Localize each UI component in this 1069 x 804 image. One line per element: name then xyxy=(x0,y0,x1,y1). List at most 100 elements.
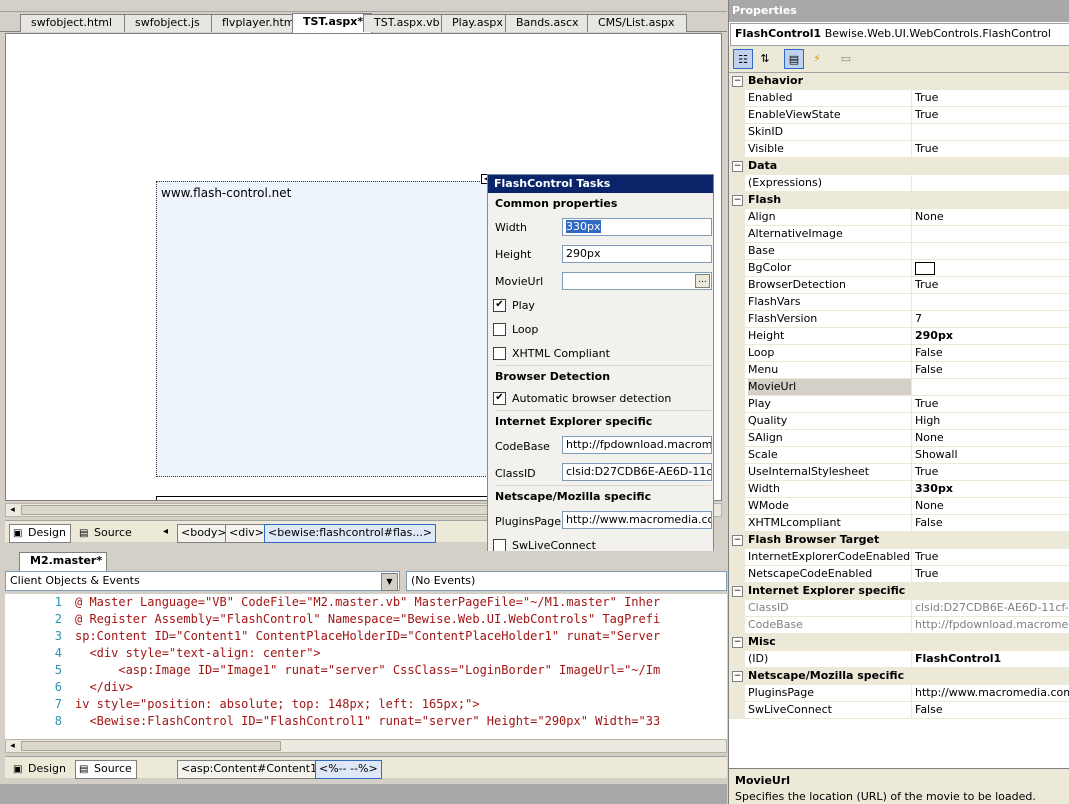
property-value[interactable] xyxy=(911,175,1069,191)
property-value[interactable] xyxy=(911,243,1069,259)
alphabetical-icon[interactable]: ⇅ xyxy=(755,49,775,69)
code-editor[interactable]: 1 @ Master Language="VB" CodeFile="M2.mas… xyxy=(5,594,727,739)
property-row-align[interactable]: Align None xyxy=(729,209,1069,226)
property-row-codebase[interactable]: CodeBase http://fpdownload.macromedia.co xyxy=(729,617,1069,634)
property-value[interactable]: True xyxy=(911,566,1069,582)
property-row-id[interactable]: (ID) FlashControl1 xyxy=(729,651,1069,668)
property-value[interactable]: True xyxy=(911,90,1069,106)
tab-swfobject-html[interactable]: swfobject.html xyxy=(20,14,133,32)
property-value[interactable]: True xyxy=(911,277,1069,293)
property-value[interactable]: clsid:D27CDB6E-AE6D-11cf-96B8 xyxy=(911,600,1069,616)
loop-checkbox[interactable] xyxy=(493,323,506,336)
property-row-quality[interactable]: Quality High xyxy=(729,413,1069,430)
property-category-data[interactable]: − Data xyxy=(729,158,1069,175)
breadcrumb-body[interactable]: <body> xyxy=(177,524,231,543)
property-value[interactable]: False xyxy=(911,345,1069,361)
property-value[interactable]: FlashControl1 xyxy=(911,651,1069,667)
breadcrumb-flashcontrol[interactable]: <bewise:flashcontrol#flas...> xyxy=(264,524,437,543)
breadcrumb-div[interactable]: <div> xyxy=(225,524,268,543)
scroll-thumb[interactable] xyxy=(21,741,281,751)
property-value[interactable]: False xyxy=(911,702,1069,718)
property-row-flashvars[interactable]: FlashVars xyxy=(729,294,1069,311)
collapse-icon[interactable]: − xyxy=(732,535,743,546)
property-value[interactable] xyxy=(911,379,1069,395)
tab-bands-ascx[interactable]: Bands.ascx xyxy=(505,14,596,32)
property-row-enabled[interactable]: Enabled True xyxy=(729,90,1069,107)
play-checkbox[interactable]: ✔ xyxy=(493,299,506,312)
property-value[interactable]: 330px xyxy=(911,481,1069,497)
design-tab-button[interactable]: ▣ Design xyxy=(9,524,71,543)
property-value[interactable]: None xyxy=(911,209,1069,225)
property-value[interactable]: 290px xyxy=(911,328,1069,344)
codebase-input[interactable]: http://fpdownload.macromed xyxy=(562,436,712,454)
property-row-browserdetection[interactable]: BrowserDetection True xyxy=(729,277,1069,294)
property-row-skinid[interactable]: SkinID xyxy=(729,124,1069,141)
property-value[interactable]: None xyxy=(911,498,1069,514)
property-value[interactable] xyxy=(911,260,1069,276)
collapse-icon[interactable]: − xyxy=(732,195,743,206)
plugins-input[interactable]: http://www.macromedia.com/g xyxy=(562,511,712,529)
collapse-icon[interactable]: − xyxy=(732,161,743,172)
property-row-base[interactable]: Base xyxy=(729,243,1069,260)
breadcrumb-content[interactable]: <asp:Content#Content1> xyxy=(177,760,331,779)
property-row-netscapecodeenabled[interactable]: NetscapeCodeEnabled True xyxy=(729,566,1069,583)
tab-flvplayer-html[interactable]: flvplayer.html xyxy=(211,14,301,32)
classid-input[interactable]: clsid:D27CDB6E-AE6D-11cf-9 xyxy=(562,463,712,481)
property-category-internet-explorer-specific[interactable]: − Internet Explorer specific xyxy=(729,583,1069,600)
property-value[interactable] xyxy=(911,124,1069,140)
property-value[interactable]: Showall xyxy=(911,447,1069,463)
property-row-xhtmlcompliant[interactable]: XHTMLcompliant False xyxy=(729,515,1069,532)
code-horizontal-scrollbar[interactable]: ◂ xyxy=(5,739,727,753)
property-value[interactable]: http://fpdownload.macromedia.co xyxy=(911,617,1069,633)
property-value[interactable]: True xyxy=(911,396,1069,412)
collapse-icon[interactable]: − xyxy=(732,671,743,682)
property-category-flash[interactable]: − Flash xyxy=(729,192,1069,209)
property-category-flash-browser-target[interactable]: − Flash Browser Target xyxy=(729,532,1069,549)
property-value[interactable]: True xyxy=(911,464,1069,480)
property-row-width[interactable]: Width 330px xyxy=(729,481,1069,498)
property-row-enableviewstate[interactable]: EnableViewState True xyxy=(729,107,1069,124)
property-value[interactable]: None xyxy=(911,430,1069,446)
events-dropdown[interactable]: (No Events) xyxy=(406,571,727,591)
breadcrumb-comment[interactable]: <%-- --%> xyxy=(315,760,382,779)
property-value[interactable] xyxy=(911,226,1069,242)
property-row-movieurl[interactable]: MovieUrl xyxy=(729,379,1069,396)
property-category-behavior[interactable]: − Behavior xyxy=(729,73,1069,90)
property-value[interactable]: False xyxy=(911,362,1069,378)
property-row-useinternalstylesheet[interactable]: UseInternalStylesheet True xyxy=(729,464,1069,481)
property-pages-icon[interactable]: ▭ xyxy=(836,49,856,69)
property-value[interactable]: http://www.macromedia.com/go xyxy=(911,685,1069,701)
flash-control-placeholder[interactable]: www.flash-control.net xyxy=(156,181,494,477)
events-icon[interactable]: ⚡ xyxy=(807,49,827,69)
tab-play-aspx[interactable]: Play.aspx xyxy=(441,14,514,32)
collapse-icon[interactable]: − xyxy=(732,637,743,648)
tab-tst-aspx[interactable]: TST.aspx* xyxy=(292,13,372,33)
tab-m2-master[interactable]: M2.master* xyxy=(19,552,107,572)
property-row-alternativeimage[interactable]: AlternativeImage xyxy=(729,226,1069,243)
auto-detect-checkbox[interactable]: ✔ xyxy=(493,392,506,405)
property-row-classid[interactable]: ClassID clsid:D27CDB6E-AE6D-11cf-96B8 xyxy=(729,600,1069,617)
property-row-wmode[interactable]: WMode None xyxy=(729,498,1069,515)
breadcrumb-back-icon[interactable]: ◂ xyxy=(163,526,168,537)
property-row-menu[interactable]: Menu False xyxy=(729,362,1069,379)
scroll-left-icon[interactable]: ◂ xyxy=(6,740,19,752)
property-row-play[interactable]: Play True xyxy=(729,396,1069,413)
tab-swfobject-js[interactable]: swfobject.js xyxy=(124,14,220,32)
categorized-icon[interactable]: ☷ xyxy=(733,49,753,69)
property-value[interactable]: 7 xyxy=(911,311,1069,327)
properties-icon[interactable]: ▤ xyxy=(784,49,804,69)
property-row-scale[interactable]: Scale Showall xyxy=(729,447,1069,464)
xhtml-checkbox[interactable] xyxy=(493,347,506,360)
property-row-internetexplorercodeenabled[interactable]: InternetExplorerCodeEnabled True xyxy=(729,549,1069,566)
scroll-thumb[interactable] xyxy=(21,505,491,515)
property-row-visible[interactable]: Visible True xyxy=(729,141,1069,158)
property-value[interactable]: False xyxy=(911,515,1069,531)
property-row-swliveconnect[interactable]: SwLiveConnect False xyxy=(729,702,1069,719)
width-input[interactable]: 330px xyxy=(562,218,712,236)
property-row-expressions[interactable]: (Expressions) xyxy=(729,175,1069,192)
property-category-netscape-mozilla-specific[interactable]: − Netscape/Mozilla specific xyxy=(729,668,1069,685)
object-selector[interactable]: FlashControl1 Bewise.Web.UI.WebControls.… xyxy=(730,23,1069,46)
tab-cms-list-aspx[interactable]: CMS/List.aspx xyxy=(587,14,687,32)
property-row-salign[interactable]: SAlign None xyxy=(729,430,1069,447)
property-value[interactable]: High xyxy=(911,413,1069,429)
